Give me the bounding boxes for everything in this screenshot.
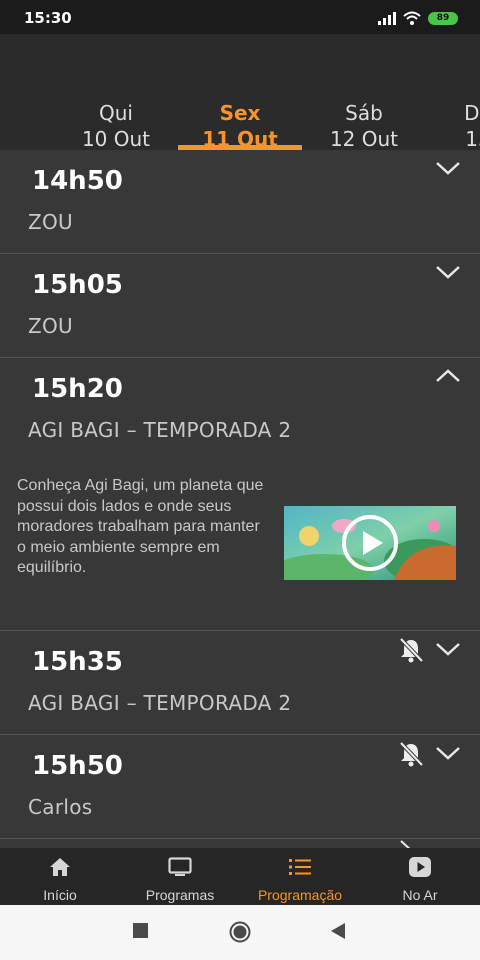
episode-thumbnail[interactable] [284,506,456,580]
item-time: 14h50 [32,166,123,196]
nav-programas[interactable]: Programas [120,848,240,905]
tab-day-sex[interactable]: Sex 11 Out [178,100,302,150]
bell-off-icon[interactable] [398,741,424,767]
chevron-down-icon[interactable] [434,743,462,763]
tab-day-prev[interactable]: a Out [0,100,44,150]
battery-icon: 89 [428,11,458,25]
nav-label: Programação [257,887,343,903]
recents-button-icon[interactable] [133,923,148,938]
status-icons: 89 [378,10,458,26]
app-screen: 15:30 89 a Out Qui 10 Out Se [0,0,480,960]
status-bar: 15:30 89 [0,0,480,34]
back-button-icon[interactable] [330,923,346,939]
item-description: Conheça Agi Bagi, um planeta que possui … [17,477,264,576]
bottom-navigation: Início Programas Programação No Ar [0,848,480,905]
tab-day-name: Qui [99,101,133,125]
tv-icon [168,857,192,876]
bell-off-icon[interactable] [398,839,424,848]
play-icon [409,857,431,877]
tab-day-qui[interactable]: Qui 10 Out [54,100,178,150]
item-title: AGI BAGI – TEMPORADA 2 [28,691,292,715]
wifi-icon [403,11,421,25]
nav-inicio[interactable]: Início [0,848,120,905]
item-time: 15h20 [32,374,123,404]
item-title: ZOU [28,210,73,234]
tab-day-date: 10 Out [81,127,151,150]
chevron-down-icon[interactable] [434,639,462,659]
nav-programacao[interactable]: Programação [240,848,360,905]
home-icon [50,858,70,876]
tab-day-name: Do [464,101,480,125]
item-time: 15h50 [32,751,123,781]
nav-label: No Ar [402,887,438,903]
home-button-icon[interactable] [229,921,251,943]
thumbnail-image [284,506,456,580]
schedule-item[interactable]: 15h50 Carlos [0,735,480,839]
schedule-list[interactable]: 14h50 ZOU 15h05 ZOU 15h20 AGI BAGI – TEM… [0,150,480,848]
nav-label: Programas [145,887,215,903]
item-time: 15h35 [32,647,123,677]
system-navigation [0,905,480,960]
item-time: 15h05 [32,270,123,300]
chevron-up-icon[interactable] [434,366,462,386]
signal-icon [378,11,396,25]
tab-day-name: Sex [219,101,261,125]
chevron-down-icon[interactable] [434,262,462,282]
tab-day-sab[interactable]: Sáb 12 Out [302,100,426,150]
schedule-item-expanded[interactable]: 15h20 AGI BAGI – TEMPORADA 2 Conheça Agi… [0,358,480,631]
item-title: AGI BAGI – TEMPORADA 2 [28,418,292,442]
tab-day-name: a [0,100,44,126]
status-time: 15:30 [24,9,72,27]
nav-no-ar[interactable]: No Ar [360,848,480,905]
item-title: ZOU [28,314,73,338]
app-header: a Out Qui 10 Out Sex 11 Out Sáb 12 Out D… [0,34,480,150]
schedule-item[interactable]: 15h05 ZOU [0,254,480,358]
schedule-item-partial[interactable] [0,839,480,848]
tab-day-date: 12 Out [329,127,399,150]
item-title: Carlos [28,795,93,819]
chevron-down-icon[interactable] [434,158,462,178]
schedule-item[interactable]: 14h50 ZOU [0,150,480,254]
tab-day-next[interactable]: Do 13 [416,100,480,150]
schedule-item[interactable]: 15h35 AGI BAGI – TEMPORADA 2 [0,631,480,735]
tab-day-date: Out [0,126,44,150]
tab-day-date: 13 [465,127,480,150]
nav-label: Início [43,887,77,903]
bell-off-icon[interactable] [398,637,424,663]
tab-day-name: Sáb [345,101,383,125]
list-icon [289,859,311,875]
